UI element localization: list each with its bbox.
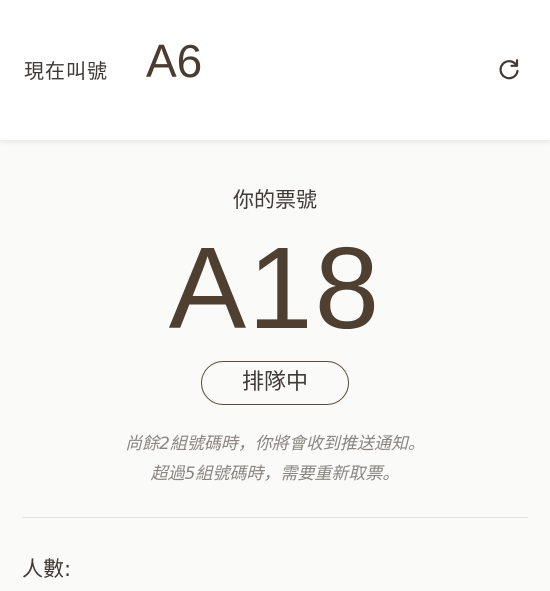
refresh-icon[interactable] <box>496 56 522 82</box>
notice-line-1: 尚餘2組號碼時，你將會收到推送通知。 <box>125 434 425 454</box>
queue-status-badge: 排隊中 <box>201 361 349 405</box>
divider <box>22 517 528 518</box>
your-ticket-label: 你的票號 <box>233 188 317 212</box>
header-bar: 現在叫號 A6 <box>0 0 550 140</box>
now-calling-number: A6 <box>146 35 203 87</box>
now-calling-label: 現在叫號 <box>24 59 108 83</box>
notice-line-2: 超過5組號碼時，需要重新取票。 <box>150 464 400 484</box>
people-count-label: 人數: <box>22 557 72 581</box>
notice-text: 尚餘2組號碼時，你將會收到推送通知。 超過5組號碼時，需要重新取票。 <box>0 429 550 489</box>
ticket-section: 你的票號 A18 排隊中 尚餘2組號碼時，你將會收到推送通知。 超過5組號碼時，… <box>0 140 550 520</box>
ticket-number: A18 <box>168 223 382 353</box>
